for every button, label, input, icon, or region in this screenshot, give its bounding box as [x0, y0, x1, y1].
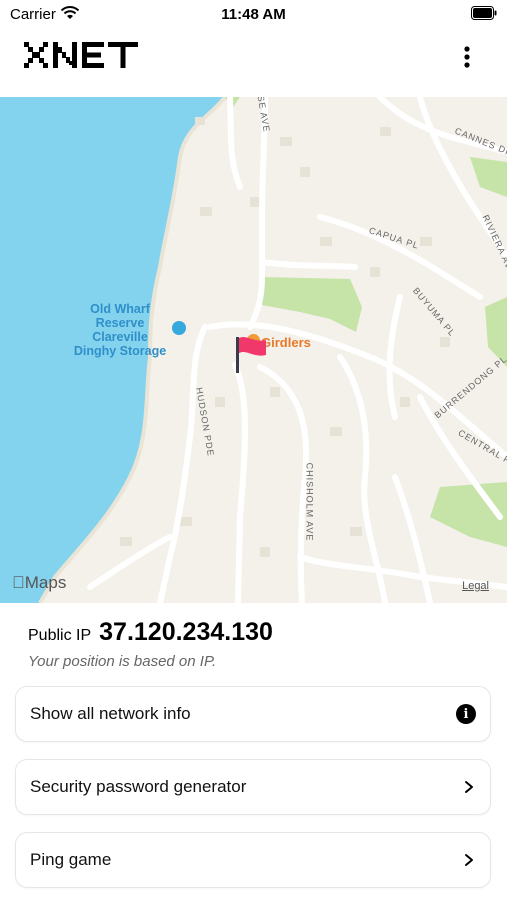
map-view[interactable]: CANNES DR RIVIERA AV CAPUA PL BUYUMA PL … — [0, 97, 507, 603]
network-info-button[interactable]: Show all network info i — [15, 686, 491, 742]
position-note: Your position is based on IP. — [28, 653, 217, 670]
card-label: Security password generator — [30, 777, 247, 796]
road-label: CHISHOLM AVE — [304, 462, 315, 542]
maps-attribution: Maps — [12, 573, 66, 592]
password-generator-button[interactable]: Security password generator — [15, 759, 491, 815]
app-header — [0, 30, 507, 98]
more-vertical-icon — [464, 46, 470, 68]
card-label: Show all network info — [30, 704, 191, 723]
public-ip-row: Public IP 37.120.234.130 — [28, 618, 273, 647]
info-icon: i — [456, 704, 476, 724]
apple-logo-icon:  — [12, 573, 25, 592]
legal-link[interactable]: Legal — [462, 580, 489, 592]
status-bar: Carrier 11:48 AM — [0, 0, 507, 30]
ping-game-button[interactable]: Ping game — [15, 832, 491, 888]
boat-ramp-icon[interactable] — [172, 321, 186, 335]
chevron-right-icon — [465, 854, 473, 866]
battery-icon — [471, 6, 497, 20]
public-ip-value: 37.120.234.130 — [99, 618, 273, 646]
public-ip-label: Public IP — [28, 627, 92, 644]
poi-label[interactable]: Old Wharf Reserve Clareville Dinghy Stor… — [70, 302, 170, 358]
chevron-right-icon — [465, 781, 473, 793]
xnet-logo — [24, 42, 138, 68]
more-options-button[interactable] — [455, 44, 479, 70]
card-label: Ping game — [30, 850, 112, 869]
location-flag-icon — [236, 336, 266, 373]
clock: 11:48 AM — [221, 6, 286, 23]
